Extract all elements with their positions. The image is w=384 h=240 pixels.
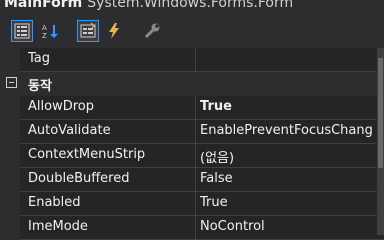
object-name: MainForm [4,0,83,11]
object-selector[interactable]: MainForm System.Windows.Forms.Form [4,0,293,11]
property-row-autovalidate[interactable]: AutoValidate EnablePreventFocusChang [0,120,384,144]
category-header[interactable]: 동작 [0,72,384,96]
property-name: ImeMode [28,219,88,234]
property-grid: Tag 동작 AllowDrop True AutoValidate Enabl… [0,48,384,240]
property-row-enabled[interactable]: Enabled True [0,192,384,216]
property-value[interactable]: EnablePreventFocusChang [200,123,380,138]
property-name: DoubleBuffered [28,171,130,186]
properties-icon [80,23,96,38]
categorized-icon [14,23,30,39]
property-toolbar: A Z [0,14,384,48]
alphabetical-sort-icon: A Z [42,24,58,39]
categorized-button[interactable] [11,20,33,42]
property-name: Tag [28,51,51,66]
events-lightning-icon [109,23,119,39]
alphabetical-button[interactable]: A Z [39,20,61,42]
svg-text:Z: Z [42,32,47,39]
title-bar: MainForm System.Windows.Forms.Form [0,0,384,14]
property-value[interactable]: (없음) [200,147,380,166]
property-row-tag[interactable]: Tag [0,48,384,72]
property-row-imemode[interactable]: ImeMode NoControl [0,216,384,240]
events-button[interactable] [103,20,125,42]
property-pages-wrench-icon [144,23,160,39]
property-value[interactable]: False [200,171,380,186]
property-name: ContextMenuStrip [28,147,146,162]
object-type: System.Windows.Forms.Form [87,0,294,11]
property-name: AutoValidate [28,123,111,138]
property-value[interactable]: NoControl [200,219,380,234]
property-name: Enabled [28,195,81,210]
property-row-doublebuffered[interactable]: DoubleBuffered False [0,168,384,192]
property-pages-button[interactable] [141,20,163,42]
property-row-contextmenustrip[interactable]: ContextMenuStrip (없음) [0,144,384,168]
collapse-icon[interactable] [6,77,17,88]
property-value[interactable]: True [200,195,380,210]
svg-text:A: A [42,24,47,32]
property-row-allowdrop[interactable]: AllowDrop True [0,96,384,120]
property-value[interactable]: True [200,99,380,114]
scrollbar-thumb[interactable] [378,58,383,168]
property-name: AllowDrop [28,99,94,114]
vertical-scrollbar[interactable] [377,48,384,235]
category-label: 동작 [28,79,52,94]
properties-button[interactable] [77,20,99,42]
